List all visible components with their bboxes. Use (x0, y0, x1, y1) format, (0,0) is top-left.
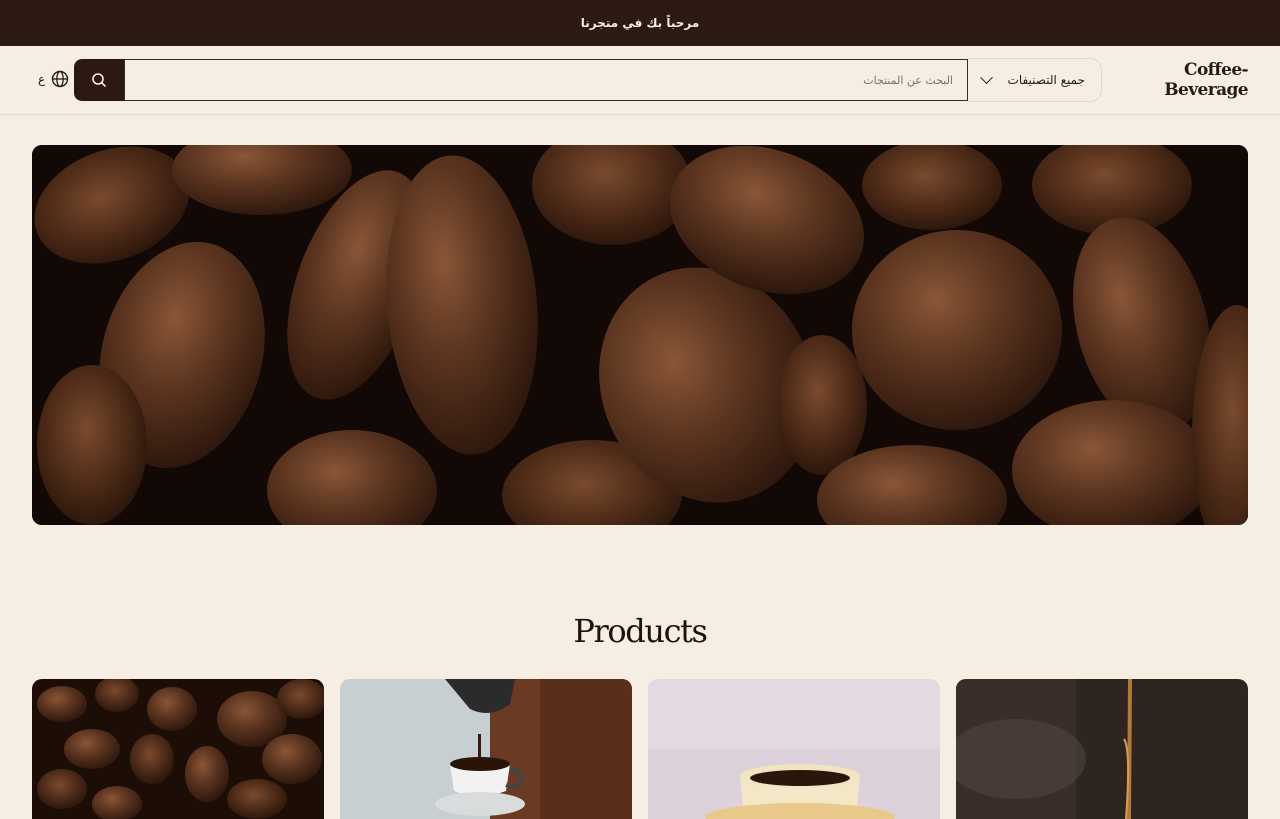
chevron-down-icon (980, 70, 993, 84)
category-select-value: جميع التصنيفات (1007, 73, 1085, 87)
product-card[interactable] (956, 679, 1248, 819)
product-card[interactable] (648, 679, 940, 819)
announcement-bar: مرحباً بك في متجرنا (0, 0, 1280, 46)
search-bar: جميع التصنيفات (74, 58, 1102, 102)
site-logo[interactable]: Coffee-Beverage (1126, 60, 1248, 100)
language-switcher[interactable]: ع (38, 70, 69, 88)
product-card[interactable] (32, 679, 324, 819)
search-icon (92, 73, 106, 87)
announcement-text: مرحباً بك في متجرنا (580, 16, 700, 30)
hero-image (32, 145, 1248, 525)
hero-banner (32, 145, 1248, 525)
category-select[interactable]: جميع التصنيفات (968, 58, 1102, 102)
language-label: ع (38, 72, 46, 86)
product-image (32, 679, 324, 819)
product-image (340, 679, 632, 819)
product-card[interactable] (340, 679, 632, 819)
search-button[interactable] (74, 59, 124, 101)
search-input[interactable] (124, 59, 968, 101)
products-title: Products (573, 612, 708, 650)
product-grid (32, 679, 1248, 819)
product-image (648, 679, 940, 819)
globe-icon (51, 70, 69, 88)
product-image (956, 679, 1248, 819)
site-header: Coffee-Beverage جميع التصنيفات ع (0, 46, 1280, 115)
